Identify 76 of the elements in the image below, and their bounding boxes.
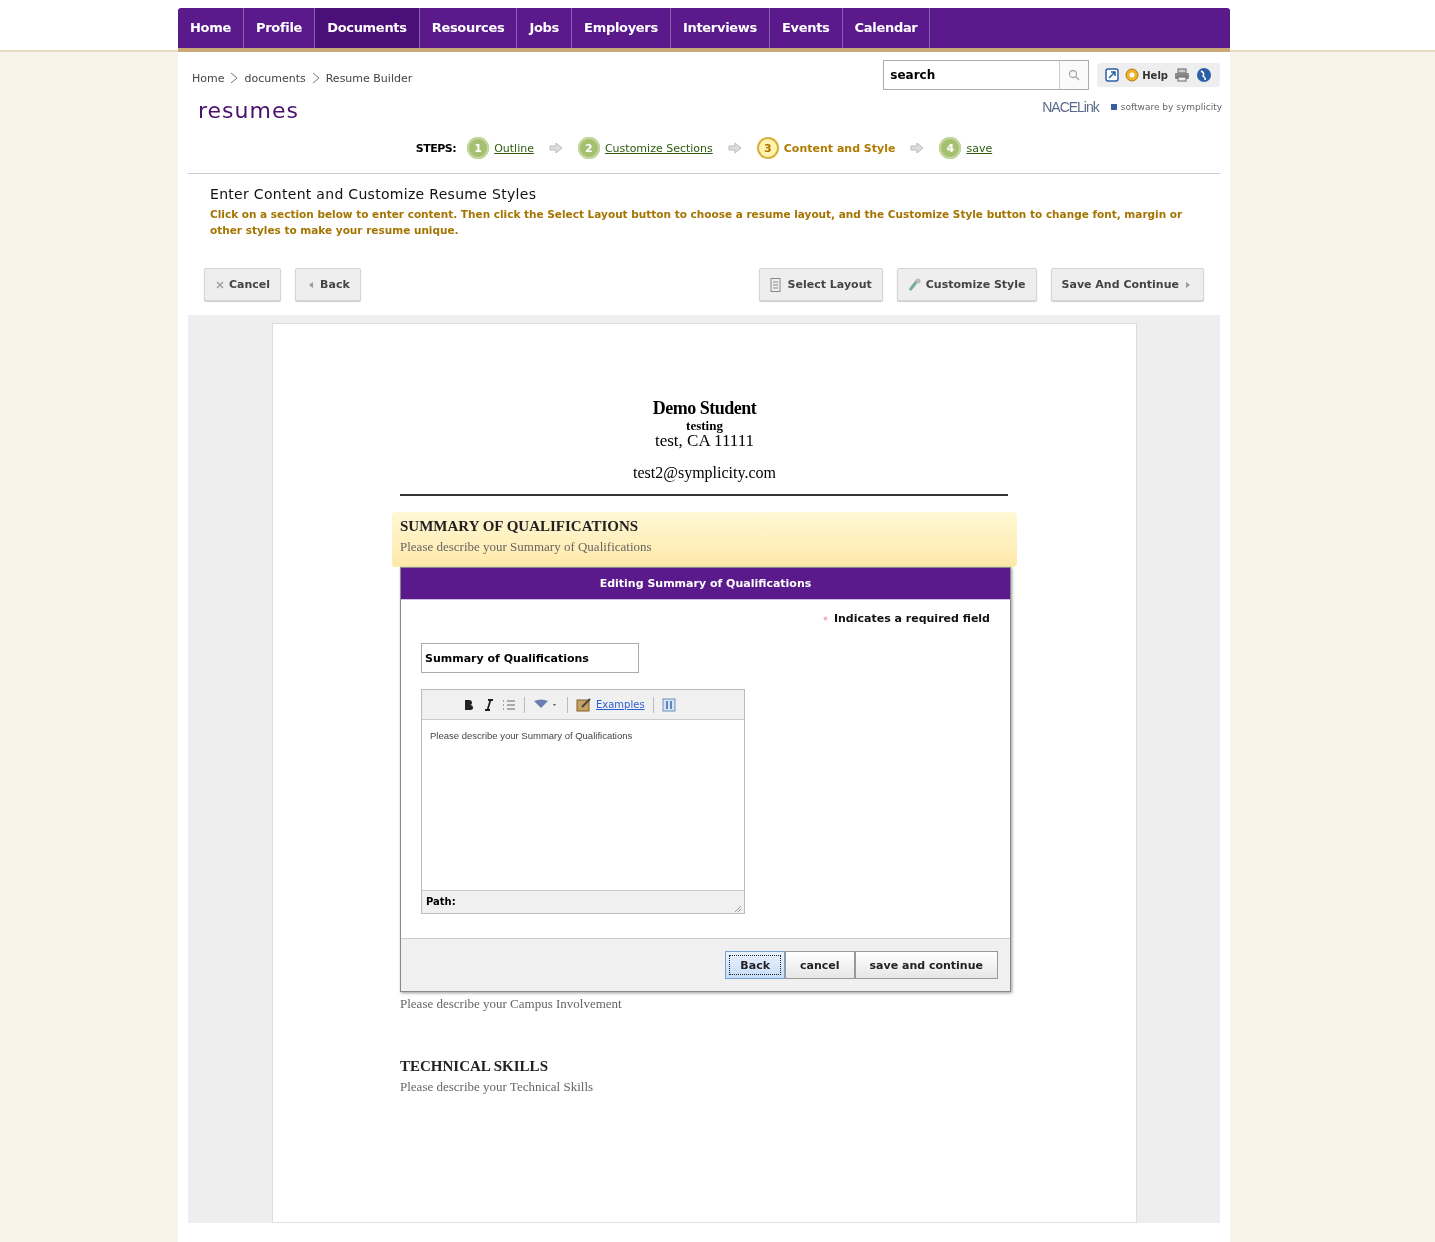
dialog-button[interactable]: cancel	[785, 951, 855, 979]
nav-tab[interactable]: Events	[769, 8, 843, 48]
partner-logo: NACELink	[1042, 98, 1099, 115]
nav-tab[interactable]: Employers	[572, 8, 671, 48]
resume-section-text: Please describe your Summary of Qualifications	[400, 539, 653, 555]
resume-section[interactable]: TECHNICAL SKILLS Please describe your Technical Skills	[392, 1052, 1017, 1107]
action-button[interactable]: Back	[295, 268, 361, 301]
brush-icon	[907, 277, 922, 292]
dialog-title: Editing Summary of Qualifications	[401, 568, 1010, 600]
breadcrumb-link[interactable]: Resume Builder	[325, 71, 413, 85]
nav-tab[interactable]: Jobs	[517, 8, 573, 48]
resume-section-text: Please describe your Technical Skills	[400, 1079, 595, 1095]
step-number: 1	[467, 137, 490, 159]
action-button[interactable]: Save And Continue	[1050, 268, 1204, 301]
resume-section-heading: SUMMARY OF QUALIFICATIONS	[400, 518, 640, 535]
arrow-icon	[548, 142, 563, 154]
page-title: resumes	[198, 98, 299, 123]
chevron-icon	[230, 72, 239, 84]
chevron-icon	[311, 72, 320, 84]
asterisk-icon	[822, 616, 828, 621]
breadcrumb-link[interactable]: documents	[244, 71, 306, 85]
dialog-button[interactable]: Back	[725, 951, 785, 979]
path-label: Path:	[426, 895, 456, 909]
printer-icon	[1174, 68, 1190, 82]
italic-icon	[482, 697, 494, 712]
search-field[interactable]: search	[883, 60, 1060, 90]
action-button[interactable]: Select Layout	[758, 268, 883, 301]
nav-tab[interactable]: Home	[178, 8, 244, 48]
action-button[interactable]: Cancel	[204, 268, 282, 301]
resume-address: test, CA 11111	[654, 432, 755, 450]
resume-email: test2@symplicity.com	[632, 464, 777, 482]
resume-address: testing	[685, 419, 724, 432]
examples-link[interactable]: Examples	[596, 699, 645, 710]
instructions-text: Click on a section below to enter content. Then click the Select Layout button to choose a resume layout, and the Customize Style button to change font, margin or other styles to make your resume unique.	[210, 207, 1184, 238]
resume-section-heading: TECHNICAL SKILLS	[400, 1058, 549, 1075]
action-button[interactable]: Customize Style	[896, 268, 1037, 301]
list-icon	[502, 697, 516, 712]
step-link[interactable]: Outline	[494, 141, 534, 155]
help-icon	[1125, 68, 1140, 82]
steps-label: STEPS:	[415, 141, 457, 155]
editor-text: Please describe your Summary of Qualifications	[430, 730, 634, 741]
close-icon	[215, 279, 225, 290]
step-number: 4	[939, 137, 962, 159]
nav-tab[interactable]: Interviews	[670, 8, 770, 48]
print-button[interactable]	[1174, 68, 1190, 82]
step-link[interactable]: save	[966, 141, 993, 155]
title-field[interactable]: Summary of Qualifications	[421, 643, 639, 673]
credit-text: software by symplicity	[1120, 101, 1222, 112]
step-link[interactable]: Customize Sections	[604, 141, 713, 155]
step-number: 2	[577, 137, 600, 159]
arrow-icon	[910, 142, 925, 154]
columns-icon	[661, 697, 676, 712]
nav-tab[interactable]: Documents	[315, 8, 420, 48]
help-link[interactable]: Help	[1125, 68, 1168, 82]
external-link-icon[interactable]	[1105, 68, 1120, 82]
highlighted-section[interactable]: SUMMARY OF QUALIFICATIONS Please describe your Summary of Qualifications	[392, 512, 1017, 567]
search-icon	[1068, 69, 1081, 81]
resume-section[interactable]: Please describe your Campus Involvement	[392, 996, 1017, 1052]
rich-text-editor[interactable]: Examples Please describe your Summary of Qualifications Path:	[421, 689, 745, 914]
step-number: 3	[756, 137, 779, 159]
step-label: Content and Style	[783, 141, 896, 155]
bold-icon	[462, 697, 474, 712]
resize-grip-icon	[734, 905, 742, 913]
arrow-icon	[727, 142, 742, 154]
help-label: Help	[1142, 69, 1168, 81]
required-note: Indicates a required field	[833, 612, 990, 625]
resume-name: Demo Student	[651, 398, 758, 419]
nav-tab[interactable]: Resources	[419, 8, 518, 48]
section-heading: Enter Content and Customize Resume Styles	[210, 186, 538, 202]
resume-section-text: Please describe your Campus Involvement	[400, 996, 623, 1012]
nav-tab[interactable]: Calendar	[842, 8, 931, 48]
square-icon	[1110, 103, 1117, 110]
edit-icon	[576, 697, 592, 712]
breadcrumb-link[interactable]: Home	[192, 71, 225, 85]
dialog-button[interactable]: save and continue	[854, 951, 998, 979]
document-icon	[769, 277, 784, 292]
